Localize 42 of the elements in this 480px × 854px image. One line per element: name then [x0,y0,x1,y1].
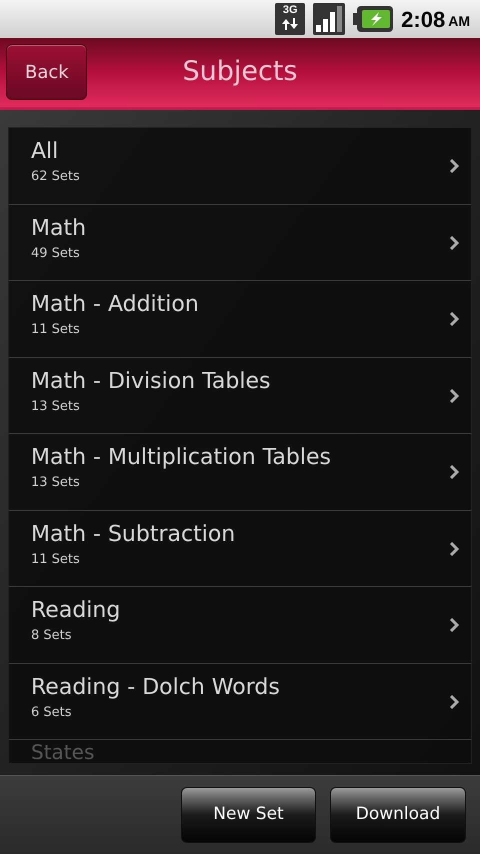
set-count: 11 Sets [31,321,81,339]
subject-row[interactable]: Math - Subtraction 11 Sets [9,510,471,587]
set-count: 6 Sets [31,704,73,722]
clock-text: 2:08 [401,6,446,34]
subject-row[interactable]: All 62 Sets [9,128,471,204]
action-button[interactable]: New Set [181,787,316,843]
subject-row[interactable]: Math - Division Tables 13 Sets [9,358,471,434]
battery-icon [353,6,394,32]
back-button[interactable]: Back [6,44,87,100]
clock-meridiem: AM [448,12,470,31]
chevron-icon [449,465,459,479]
subject-name: Math - Division Tables [31,368,272,396]
set-count: 62 Sets [31,168,81,186]
chevron-icon [449,542,459,556]
subject-row[interactable]: Reading - Dolch Words 6 Sets [9,664,471,740]
chevron-icon [449,694,459,708]
subject-name: States [31,740,96,763]
set-count: 13 Sets [31,474,81,492]
action-button[interactable]: Download [330,787,466,843]
chevron-icon [449,159,459,173]
subject-row[interactable]: Math 49 Sets [9,204,471,281]
subject-name: Reading [31,597,122,625]
set-count: 11 Sets [31,550,81,568]
subject-name: Math [31,214,88,242]
subject-name: Math - Subtraction [31,520,236,548]
subject-row[interactable]: Reading 8 Sets [9,587,471,664]
chevron-icon [449,388,459,402]
network-icon: 3G [275,3,306,35]
set-count: 8 Sets [31,627,73,645]
set-count: 13 Sets [31,398,81,416]
set-count: 49 Sets [31,244,81,262]
subject-name: All [31,138,60,166]
subject-name: Reading - Dolch Words [31,674,281,702]
chevron-icon [449,618,459,632]
signal-icon [313,3,346,35]
subject-row[interactable]: Math - Multiplication Tables 13 Sets [9,434,471,510]
chevron-icon [449,312,459,326]
subject-row[interactable]: Math - Addition 11 Sets [9,281,471,358]
subject-name: Math - Addition [31,291,200,319]
chevron-icon [449,236,459,250]
screen-title: Subjects [182,55,298,90]
subject-name: Math - Multiplication Tables [31,444,332,472]
